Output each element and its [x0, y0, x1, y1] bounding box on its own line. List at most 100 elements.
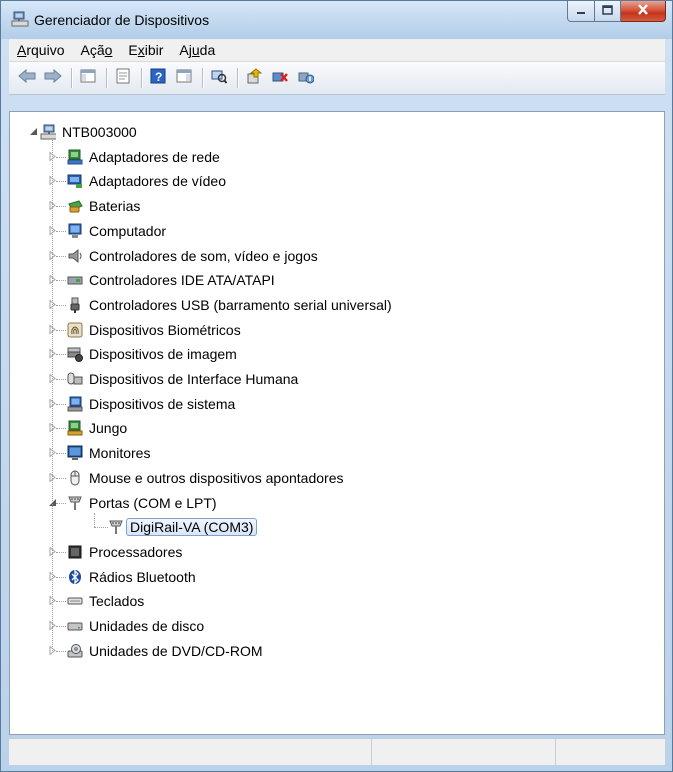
show-hide-console-tree-icon [80, 68, 96, 88]
status-cell [556, 739, 664, 765]
forward-icon [44, 68, 62, 87]
maximize-button[interactable] [595, 1, 621, 22]
svg-text:?: ? [155, 70, 162, 84]
action-pane-button[interactable] [174, 68, 194, 88]
tree-node-label: Teclados [89, 593, 145, 610]
tree-category-computador[interactable]: Computador [67, 219, 166, 243]
tree-category-dispositivos-biometricos[interactable]: Dispositivos Biométricos [67, 318, 241, 342]
menu-arquivo[interactable]: Arquivo [9, 42, 72, 58]
minimize-icon [576, 4, 586, 19]
maximize-icon [602, 4, 613, 19]
tree-category-baterias[interactable]: Baterias [67, 194, 140, 218]
device-tree[interactable]: NTB003000 Adaptadores de rede Adaptadores … [9, 111, 665, 735]
tree-connector-line [56, 453, 66, 455]
port-icon [108, 519, 124, 535]
tree-category-controladores-ide-ata-atapi[interactable]: Controladores IDE ATA/ATAPI [67, 268, 275, 292]
toolbar-separator [237, 68, 238, 88]
help-button[interactable]: ? [148, 68, 168, 88]
port-icon [67, 495, 83, 511]
tree-connector-line [56, 304, 66, 306]
tree-category-mouse-e-outros-dispositivos-apontadores[interactable]: Mouse e outros dispositivos apontadores [67, 466, 343, 490]
tree-connector-line [56, 576, 66, 578]
minimize-button[interactable] [567, 1, 595, 22]
toolbar-separator [106, 68, 107, 88]
properties-button[interactable] [113, 68, 133, 88]
speaker-icon [67, 248, 83, 264]
tree-node-label: Dispositivos Biométricos [89, 321, 241, 338]
tree-category-radios-bluetooth[interactable]: Rádios Bluetooth [67, 565, 196, 589]
tree-category-jungo[interactable]: Jungo [67, 416, 127, 440]
tree-node-label: NTB003000 [62, 124, 137, 140]
status-cell [372, 739, 556, 765]
tree-item-digirail-va-com3[interactable]: DigiRail-VA (COM3) [108, 515, 258, 539]
system-device-icon [67, 396, 83, 412]
uninstall-device-icon [272, 68, 288, 88]
tree-node-label: Portas (COM e LPT) [89, 494, 217, 511]
uninstall-device-button[interactable] [270, 68, 290, 88]
network-adapter-icon [67, 149, 83, 165]
tree-connector-line [56, 354, 66, 356]
monitor-icon [67, 445, 83, 461]
expanded-triangle-icon [29, 125, 38, 140]
tree-category-unidades-de-disco[interactable]: Unidades de disco [67, 614, 204, 638]
show-hide-console-tree-button[interactable] [78, 68, 98, 88]
menu-acao[interactable]: Ação [72, 42, 120, 58]
tree-connector-line [56, 626, 66, 627]
tree-connector-line [56, 403, 66, 405]
tree-connector-line [52, 140, 53, 651]
jungo-device-icon [67, 420, 83, 436]
disk-drive-icon [67, 618, 83, 634]
forward-button[interactable] [43, 68, 63, 88]
tree-category-dispositivos-de-interface-humana[interactable]: Dispositivos de Interface Humana [67, 367, 298, 391]
tree-category-teclados[interactable]: Teclados [67, 589, 144, 613]
tree-category-monitores[interactable]: Monitores [67, 441, 150, 465]
tree-node-label: Controladores USB (barramento serial uni… [89, 296, 392, 313]
computer-icon [67, 223, 83, 239]
battery-icon [67, 198, 83, 214]
tree-root-node[interactable]: NTB003000 [40, 120, 137, 144]
disable-device-button[interactable] [296, 68, 316, 88]
tree-category-dispositivos-de-sistema[interactable]: Dispositivos de sistema [67, 392, 235, 416]
tree-node-label: Monitores [89, 445, 151, 462]
mouse-icon [67, 470, 83, 486]
tree-category-adaptadores-de-video[interactable]: Adaptadores de vídeo [67, 169, 226, 193]
ide-controller-icon [67, 272, 83, 288]
tree-node-label: Jungo [89, 420, 128, 437]
tree-category-dispositivos-de-imagem[interactable]: Dispositivos de imagem [67, 342, 237, 366]
close-button[interactable] [621, 1, 666, 22]
tree-connector-line [56, 650, 66, 652]
tree-category-processadores[interactable]: Processadores [67, 540, 182, 564]
tree-node-label: Controladores de som, vídeo e jogos [89, 247, 318, 264]
toolbar-separator [141, 68, 142, 88]
tree-connector-line [56, 551, 66, 553]
menu-exibir[interactable]: Exibir [120, 42, 171, 58]
tree-node-label: Dispositivos de sistema [89, 395, 236, 412]
tree-connector-line [56, 428, 66, 430]
scan-hardware-changes-button[interactable] [209, 68, 229, 88]
tree-category-adaptadores-de-rede[interactable]: Adaptadores de rede [67, 145, 220, 169]
hid-icon [67, 371, 83, 387]
computer-network-icon [40, 124, 56, 140]
disable-device-icon [298, 68, 315, 88]
bluetooth-icon [67, 569, 83, 585]
tree-connector-line [56, 230, 66, 232]
update-driver-button[interactable] [244, 68, 264, 88]
status-bar [9, 738, 665, 765]
tree-category-portas-com-e-lpt[interactable]: Portas (COM e LPT) [67, 491, 217, 515]
tree-node-label: Unidades de disco [89, 618, 205, 634]
tree-category-controladores-de-som-video-e-jogos[interactable]: Controladores de som, vídeo e jogos [67, 244, 318, 268]
device-manager-app-icon [11, 11, 29, 31]
tree-node-label: Dispositivos de Interface Humana [89, 371, 299, 387]
menu-ajuda[interactable]: Ajuda [171, 42, 223, 58]
back-button[interactable] [17, 68, 37, 88]
tree-node-label: Adaptadores de vídeo [89, 173, 226, 190]
menu-bar: Arquivo Ação Exibir Ajuda [9, 39, 665, 62]
scan-hardware-changes-icon [211, 68, 228, 88]
tree-category-controladores-usb-barramento-serial-universal[interactable]: Controladores USB (barramento serial uni… [67, 293, 392, 317]
properties-icon [115, 68, 131, 88]
status-cell [9, 739, 372, 765]
tree-category-unidades-de-dvd-cd-rom[interactable]: Unidades de DVD/CD-ROM [67, 639, 263, 663]
update-driver-icon [246, 68, 263, 88]
title-bar[interactable]: Gerenciador de Dispositivos [1, 1, 672, 39]
tree-root-expander[interactable] [29, 128, 38, 137]
